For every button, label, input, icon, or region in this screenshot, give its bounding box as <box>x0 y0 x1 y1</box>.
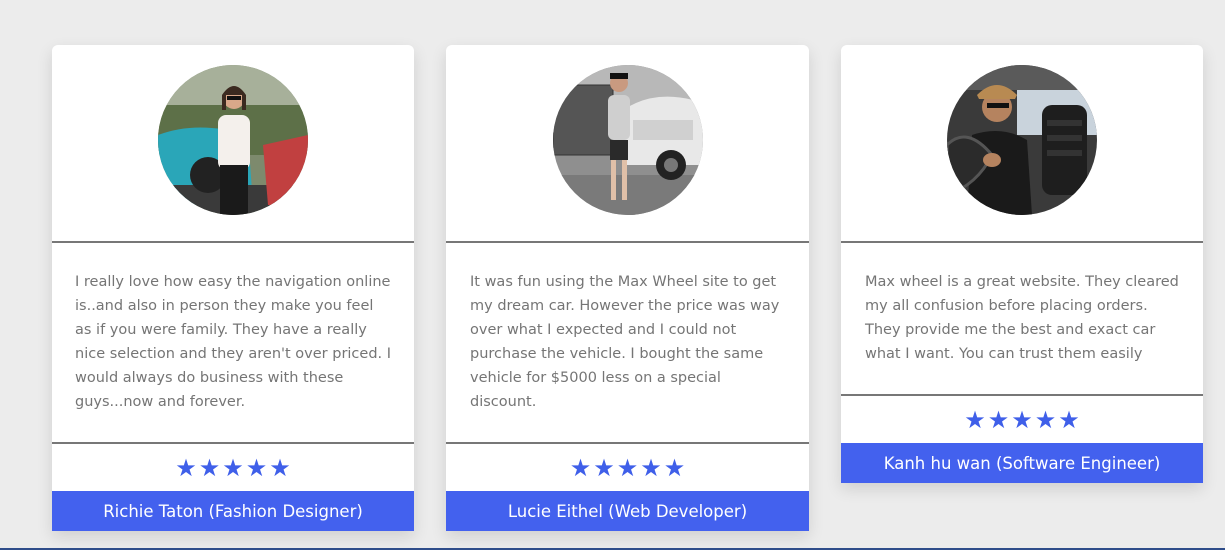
reviewer-name: Kanh hu wan (Software Engineer) <box>841 443 1203 483</box>
star-icon: ★ <box>175 453 197 482</box>
customer-photo-avatar <box>158 65 308 215</box>
reviewer-name: Richie Taton (Fashion Designer) <box>52 491 414 531</box>
star-icon: ★ <box>222 453 244 482</box>
photo-area <box>841 45 1203 243</box>
star-icon: ★ <box>1011 405 1033 434</box>
testimonial-card: It was fun using the Max Wheel site to g… <box>446 45 809 531</box>
star-icon: ★ <box>616 453 639 482</box>
star-icon: ★ <box>640 453 662 482</box>
star-rating: ★ ★ ★ ★ ★ <box>52 444 414 491</box>
testimonial-quote: Max wheel is a great website. They clear… <box>841 243 1203 396</box>
testimonial-card: I really love how easy the navigation on… <box>52 45 414 531</box>
photo-area <box>52 45 414 243</box>
star-icon: ★ <box>198 453 221 482</box>
testimonial-quote: It was fun using the Max Wheel site to g… <box>446 243 809 444</box>
customer-photo-avatar <box>552 65 703 215</box>
customer-photo-avatar <box>947 65 1097 215</box>
star-icon: ★ <box>269 453 291 482</box>
star-rating: ★ ★ ★ ★ ★ <box>841 396 1203 443</box>
star-icon: ★ <box>245 453 268 482</box>
star-icon: ★ <box>1058 405 1080 434</box>
testimonial-quote: I really love how easy the navigation on… <box>52 243 414 444</box>
star-rating: ★ ★ ★ ★ ★ <box>446 444 809 491</box>
photo-area <box>446 45 809 243</box>
star-icon: ★ <box>663 453 686 482</box>
star-icon: ★ <box>569 453 592 482</box>
testimonial-card: Max wheel is a great website. They clear… <box>841 45 1203 483</box>
star-icon: ★ <box>987 405 1010 434</box>
star-icon: ★ <box>593 453 615 482</box>
star-icon: ★ <box>1034 405 1057 434</box>
star-icon: ★ <box>964 405 986 434</box>
reviewer-name: Lucie Eithel (Web Developer) <box>446 491 809 531</box>
